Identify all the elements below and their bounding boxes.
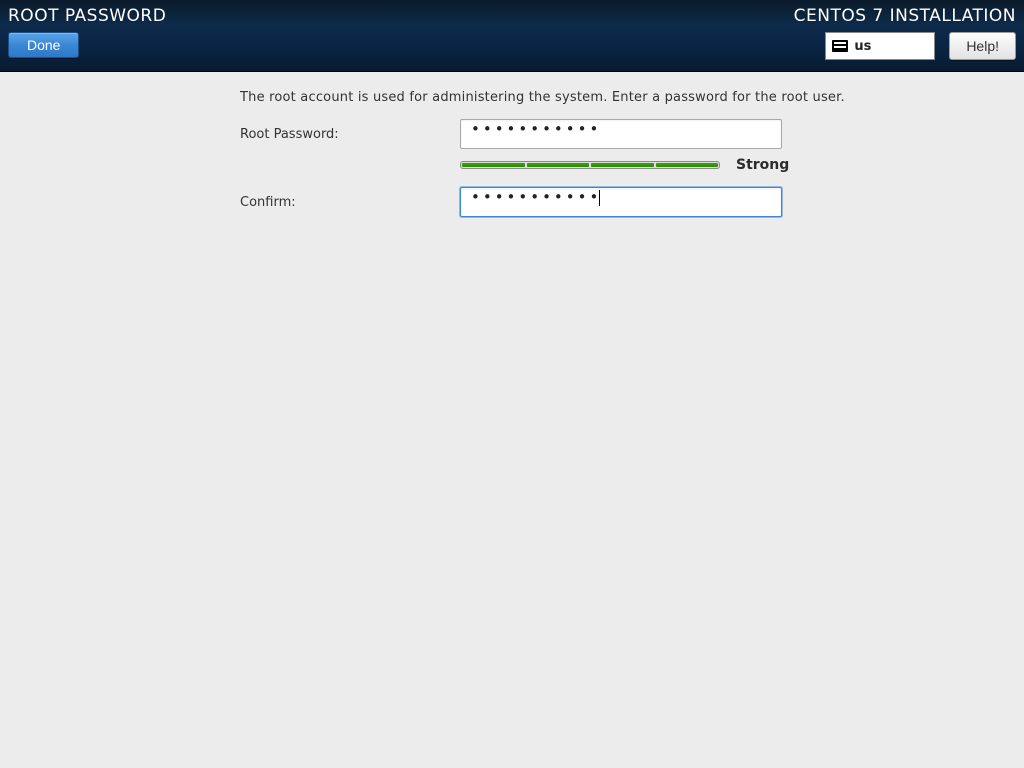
instruction-text: The root account is used for administeri… xyxy=(240,90,1024,105)
keyboard-layout-selector[interactable]: us xyxy=(825,32,935,60)
root-password-row: Root Password: ••••••••••• xyxy=(0,119,1024,149)
page-title: ROOT PASSWORD xyxy=(8,6,166,26)
strength-segment xyxy=(527,163,590,167)
confirm-password-value: ••••••••••• xyxy=(471,188,601,206)
help-button[interactable]: Help! xyxy=(949,32,1016,60)
password-strength-bar xyxy=(460,161,720,169)
content-area: The root account is used for administeri… xyxy=(0,72,1024,217)
confirm-password-row: Confirm: ••••••••••• xyxy=(0,187,1024,217)
header-controls: us Help! xyxy=(794,32,1016,60)
password-strength-row: Strong xyxy=(460,157,1024,173)
strength-segment xyxy=(656,163,719,167)
password-strength-label: Strong xyxy=(736,157,789,173)
root-password-value: ••••••••••• xyxy=(471,120,601,138)
text-caret xyxy=(599,190,600,206)
root-password-label: Root Password: xyxy=(0,127,460,142)
strength-segment xyxy=(591,163,654,167)
keyboard-icon xyxy=(832,40,848,52)
confirm-password-input[interactable]: ••••••••••• xyxy=(460,187,782,217)
strength-segment xyxy=(462,163,525,167)
done-button[interactable]: Done xyxy=(8,32,79,58)
confirm-password-label: Confirm: xyxy=(0,195,460,210)
keyboard-layout-label: us xyxy=(854,39,871,54)
header-bar: ROOT PASSWORD Done CENTOS 7 INSTALLATION… xyxy=(0,0,1024,72)
installer-title: CENTOS 7 INSTALLATION xyxy=(794,6,1016,26)
header-left: ROOT PASSWORD Done xyxy=(8,6,166,58)
header-right: CENTOS 7 INSTALLATION us Help! xyxy=(794,6,1016,60)
root-password-input[interactable]: ••••••••••• xyxy=(460,119,782,149)
